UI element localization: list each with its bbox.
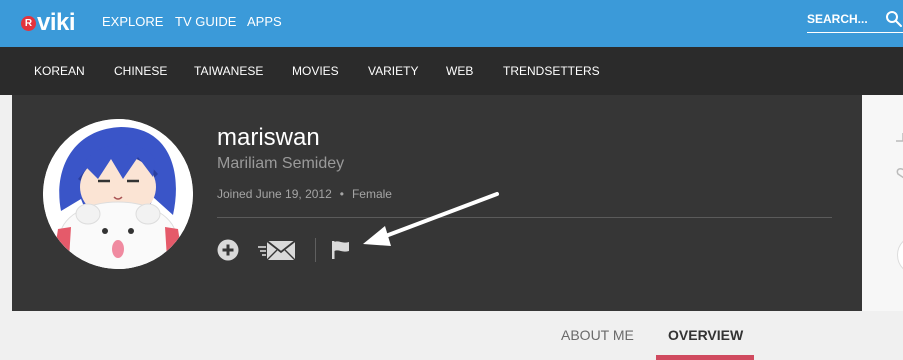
flag-icon[interactable]: [331, 240, 351, 260]
category-chinese[interactable]: CHINESE: [114, 64, 167, 78]
search-placeholder: SEARCH...: [807, 12, 868, 26]
category-movies[interactable]: MOVIES: [292, 64, 339, 78]
search-input[interactable]: SEARCH...: [807, 9, 903, 33]
category-trendsetters[interactable]: TRENDSETTERS: [503, 64, 600, 78]
viki-logo[interactable]: R viki: [21, 9, 76, 37]
logo-badge: R: [21, 15, 36, 31]
category-bar: KOREAN CHINESE TAIWANESE MOVIES VARIETY …: [0, 47, 903, 95]
profile-real-name: Mariliam Semidey: [217, 155, 345, 172]
nav-apps[interactable]: APPS: [247, 14, 282, 30]
avatar: [43, 119, 193, 269]
right-sidebar-edge: [862, 95, 903, 311]
category-korean[interactable]: KOREAN: [34, 64, 85, 78]
search-icon[interactable]: [885, 10, 903, 28]
nav-tv-guide[interactable]: TV GUIDE: [175, 14, 236, 30]
tab-overview[interactable]: OVERVIEW: [668, 327, 743, 343]
tab-about-me[interactable]: ABOUT ME: [561, 327, 634, 343]
profile-divider: [217, 217, 832, 218]
plus-circle-icon[interactable]: [217, 239, 239, 261]
action-separator: [315, 238, 316, 262]
nav-explore[interactable]: EXPLORE: [102, 14, 163, 30]
category-variety[interactable]: VARIETY: [368, 64, 418, 78]
top-navigation-bar: R viki EXPLORE TV GUIDE APPS SEARCH...: [0, 0, 903, 47]
profile-tabs: ABOUT ME OVERVIEW: [0, 311, 903, 360]
heart-icon: [896, 168, 903, 179]
meta-separator: •: [339, 187, 344, 201]
join-date: Joined June 19, 2012: [217, 187, 332, 201]
partial-icon-top: [896, 133, 903, 142]
active-tab-indicator: [656, 355, 754, 360]
profile-username: mariswan: [217, 124, 320, 151]
envelope-icon[interactable]: [258, 238, 296, 262]
category-taiwanese[interactable]: TAIWANESE: [194, 64, 263, 78]
annotation-arrow: [363, 192, 499, 246]
avatar-illustration: [43, 119, 193, 269]
logo-text: viki: [37, 9, 76, 36]
category-web[interactable]: WEB: [446, 64, 473, 78]
